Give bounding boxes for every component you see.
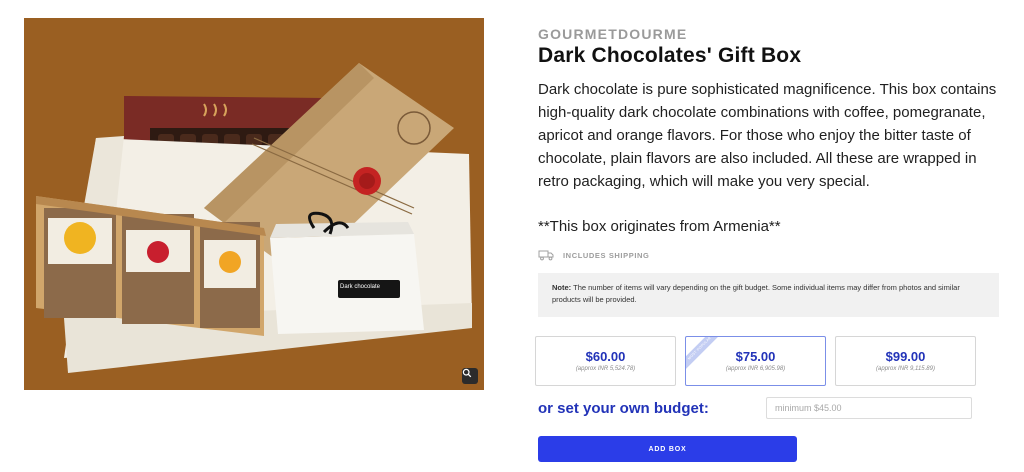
zoom-button[interactable] [462, 368, 478, 384]
budget-approx: (approx INR 6,905.98) [725, 366, 786, 372]
box-label: Dark chocolate [340, 284, 381, 290]
shipping-label: INCLUDES SHIPPING [563, 250, 650, 260]
budget-option-75[interactable]: Most Popular $75.00 (approx INR 6,905.98… [685, 336, 826, 386]
product-image[interactable]: Dark chocolate [24, 18, 484, 390]
brand-name[interactable]: GOURMETDOURME [538, 26, 687, 42]
budget-price: $75.00 [735, 349, 776, 364]
gift-box-illustration [36, 63, 472, 373]
product-origin: **This box originates from Armenia** [538, 218, 781, 235]
magnifier-icon [462, 368, 472, 378]
custom-budget-input[interactable] [766, 397, 972, 419]
dark-chocolate-box [270, 211, 424, 334]
budget-price: $99.00 [885, 349, 926, 364]
budget-option-99[interactable]: $99.00 (approx INR 9,115.89) [835, 336, 976, 386]
budget-option-60[interactable]: $60.00 (approx INR 5,524.78) [535, 336, 676, 386]
budget-approx: (approx INR 9,115.89) [876, 366, 935, 372]
note-label: Note: [552, 283, 572, 292]
note-text: The number of items will vary depending … [552, 283, 960, 304]
product-title: Dark Chocolates' Gift Box [538, 44, 802, 67]
budget-approx: (approx INR 5,524.78) [575, 366, 636, 372]
shipping-info: INCLUDES SHIPPING [538, 249, 649, 261]
budget-price: $60.00 [585, 349, 626, 364]
custom-budget-label: or set your own budget: [538, 400, 709, 417]
product-description: Dark chocolate is pure sophisticated mag… [538, 81, 997, 190]
add-box-button[interactable]: ADD BOX [538, 436, 797, 462]
note-box: Note: The number of items will vary depe… [538, 273, 999, 317]
truck-icon [538, 250, 554, 261]
